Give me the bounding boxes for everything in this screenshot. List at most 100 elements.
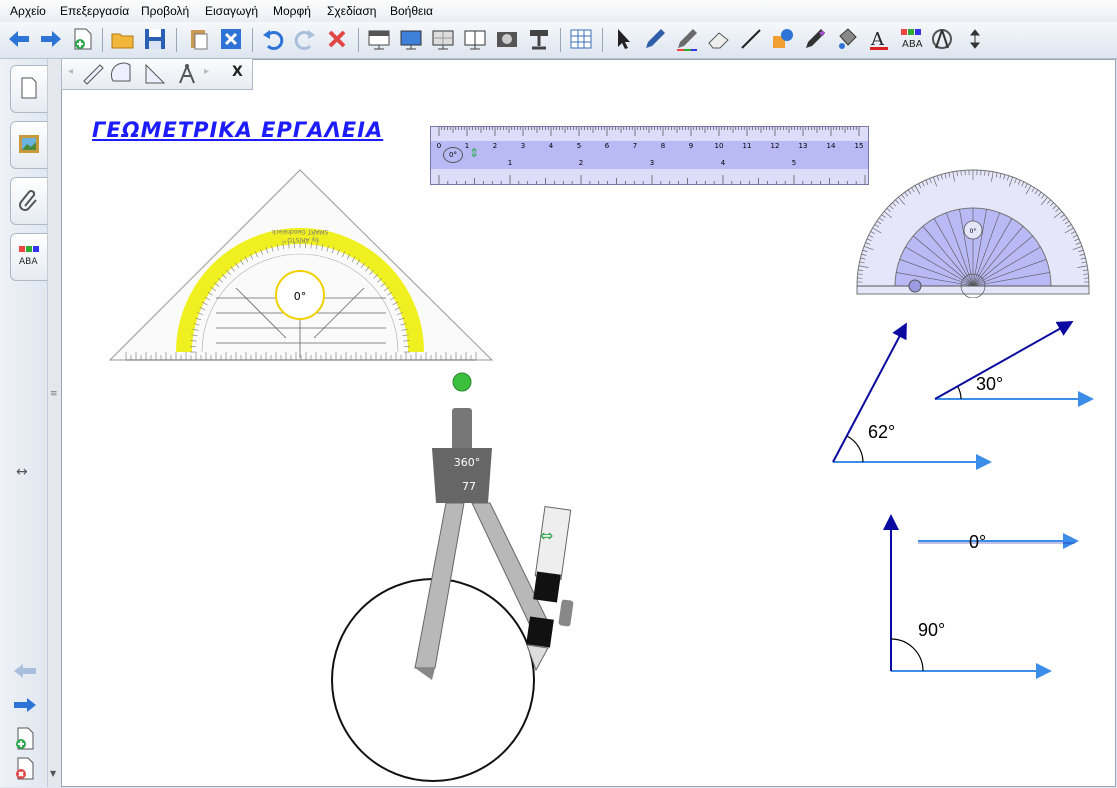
ruler-cm-label: 10 [715,142,724,150]
measurement-tools-icon[interactable] [930,26,956,52]
delete-page-side-icon[interactable] [12,757,38,781]
scroll-grip-icon[interactable]: ≡ [50,389,58,399]
transparent-background-icon[interactable] [430,26,456,52]
toolbar-separator [602,28,603,52]
page-title[interactable]: ΓΕΩΜΕΤΡΙΚΑ ΕΡΓΑΛΕΙΑ [92,118,383,142]
scroll-left-icon[interactable]: ◂ [68,66,73,77]
gallery-tab[interactable] [10,121,48,169]
resize-handle-icon[interactable]: ↔ [16,464,28,480]
add-page-icon[interactable] [12,727,38,751]
close-measurement-toolbar-button[interactable]: X [232,64,243,80]
vertical-scrollbar[interactable]: ≡ ▼ [47,59,61,787]
angle-0-label: 0° [969,532,986,553]
ruler-scale: 012345678910111213141512345 [431,127,868,184]
next-page-icon[interactable] [12,695,38,715]
creative-pen-icon[interactable] [674,26,700,52]
save-icon[interactable] [142,26,168,52]
ruler-inch-label: 2 [579,159,583,167]
geodreieck-center-label: 0° [294,290,307,303]
pen-icon[interactable] [642,26,668,52]
measurement-toolbar: ◂ ▸ X [61,58,253,90]
menu-help[interactable]: Βοήθεια [390,4,433,18]
ruler-tool-icon[interactable] [80,61,106,87]
scroll-down-icon[interactable]: ▼ [50,769,56,778]
text-icon[interactable]: A [866,26,892,52]
table-icon[interactable] [568,26,594,52]
paste-icon[interactable] [186,26,212,52]
page-sorter-tab[interactable] [10,65,48,113]
svg-text:★: ★ [818,29,826,39]
previous-page-icon[interactable] [12,661,38,681]
full-screen-icon[interactable] [398,26,424,52]
shapes-icon[interactable] [770,26,796,52]
ruler-cm-label: 3 [521,142,525,150]
menu-file[interactable]: Αρχείο [10,4,46,18]
ruler-cm-label: 9 [689,142,693,150]
geodreieck-tool-icon[interactable] [142,61,168,87]
ruler-cm-label: 11 [743,142,752,150]
toolbar-separator [560,28,561,52]
document-camera-icon[interactable] [526,26,552,52]
compass-tool-icon[interactable] [174,61,200,87]
protractor-tool-icon[interactable] [110,61,136,87]
protractor-rotate-handle[interactable] [909,280,921,292]
fill-icon[interactable] [834,26,860,52]
ruler-angle-label: 0° [443,147,463,163]
ruler-rotate-handle-icon[interactable]: ⇕ [469,146,479,160]
ruler-cm-label: 4 [549,142,554,150]
angle-62-label: 62° [868,422,895,443]
delete-page-icon[interactable] [218,26,244,52]
redo-icon[interactable] [292,26,318,52]
select-icon[interactable] [610,26,636,52]
ruler-cm-label: 14 [827,142,836,150]
properties-tab[interactable]: ABA [10,233,48,281]
protractor-tool[interactable]: 0° [855,168,1091,298]
ruler-cm-label: 6 [605,142,610,150]
dual-page-icon[interactable] [462,26,488,52]
menu-bar: Αρχείο Επεξεργασία Προβολή Εισαγωγή Μορφ… [0,0,1117,23]
eraser-icon[interactable] [706,26,732,52]
compass-rotate-handle[interactable] [453,373,471,391]
undo-icon[interactable] [260,26,286,52]
magic-pen-icon[interactable]: ★ [802,26,828,52]
menu-insert[interactable]: Εισαγωγή [205,4,258,18]
toolbar-separator [176,28,177,52]
main-toolbar: ★ A ABA [0,22,1117,59]
compass-tool[interactable]: 360° 77 ⇔ [320,368,590,788]
attachments-tab[interactable] [10,177,48,225]
ruler-cm-label: 8 [661,142,665,150]
ruler-inch-label: 4 [721,159,726,167]
geodreieck-tool[interactable]: 0° SMART Geodreieck by ARISTO™ [106,168,496,368]
compass-needle-leg [415,503,464,668]
protractor-center-label: 0° [970,228,977,235]
menu-draw[interactable]: Σχεδίαση [327,4,376,18]
open-folder-icon[interactable] [110,26,136,52]
ruler-tool[interactable]: 012345678910111213141512345 0° ⇕ [430,126,869,185]
svg-text:ABA: ABA [19,257,38,267]
move-toolbar-icon[interactable] [962,26,988,52]
svg-text:ABA: ABA [902,39,923,50]
forward-arrow-icon[interactable] [38,26,64,52]
angle-90-label: 90° [918,620,945,641]
ruler-cm-label: 13 [799,142,808,150]
new-page-icon[interactable] [70,26,96,52]
delete-icon[interactable] [324,26,350,52]
ruler-inch-label: 1 [508,159,512,167]
properties-icon[interactable]: ABA [898,26,924,52]
angle-drawings [820,310,1110,690]
toolbar-separator [102,28,103,52]
compass-handle[interactable] [452,408,472,450]
screen-capture-icon[interactable] [494,26,520,52]
ruler-cm-label: 15 [855,142,864,150]
scroll-right-icon[interactable]: ▸ [204,66,209,77]
screen-shade-icon[interactable] [366,26,392,52]
menu-format[interactable]: Μορφή [273,4,311,18]
geodreieck-brand-2: by ARISTO™ [281,236,319,243]
ruler-inch-label: 5 [792,159,796,167]
menu-edit[interactable]: Επεξεργασία [60,4,129,18]
line-icon[interactable] [738,26,764,52]
back-arrow-icon[interactable] [6,26,32,52]
ruler-cm-label: 5 [577,142,581,150]
menu-view[interactable]: Προβολή [141,4,189,18]
compass-width-handle-icon[interactable]: ⇔ [540,526,553,545]
